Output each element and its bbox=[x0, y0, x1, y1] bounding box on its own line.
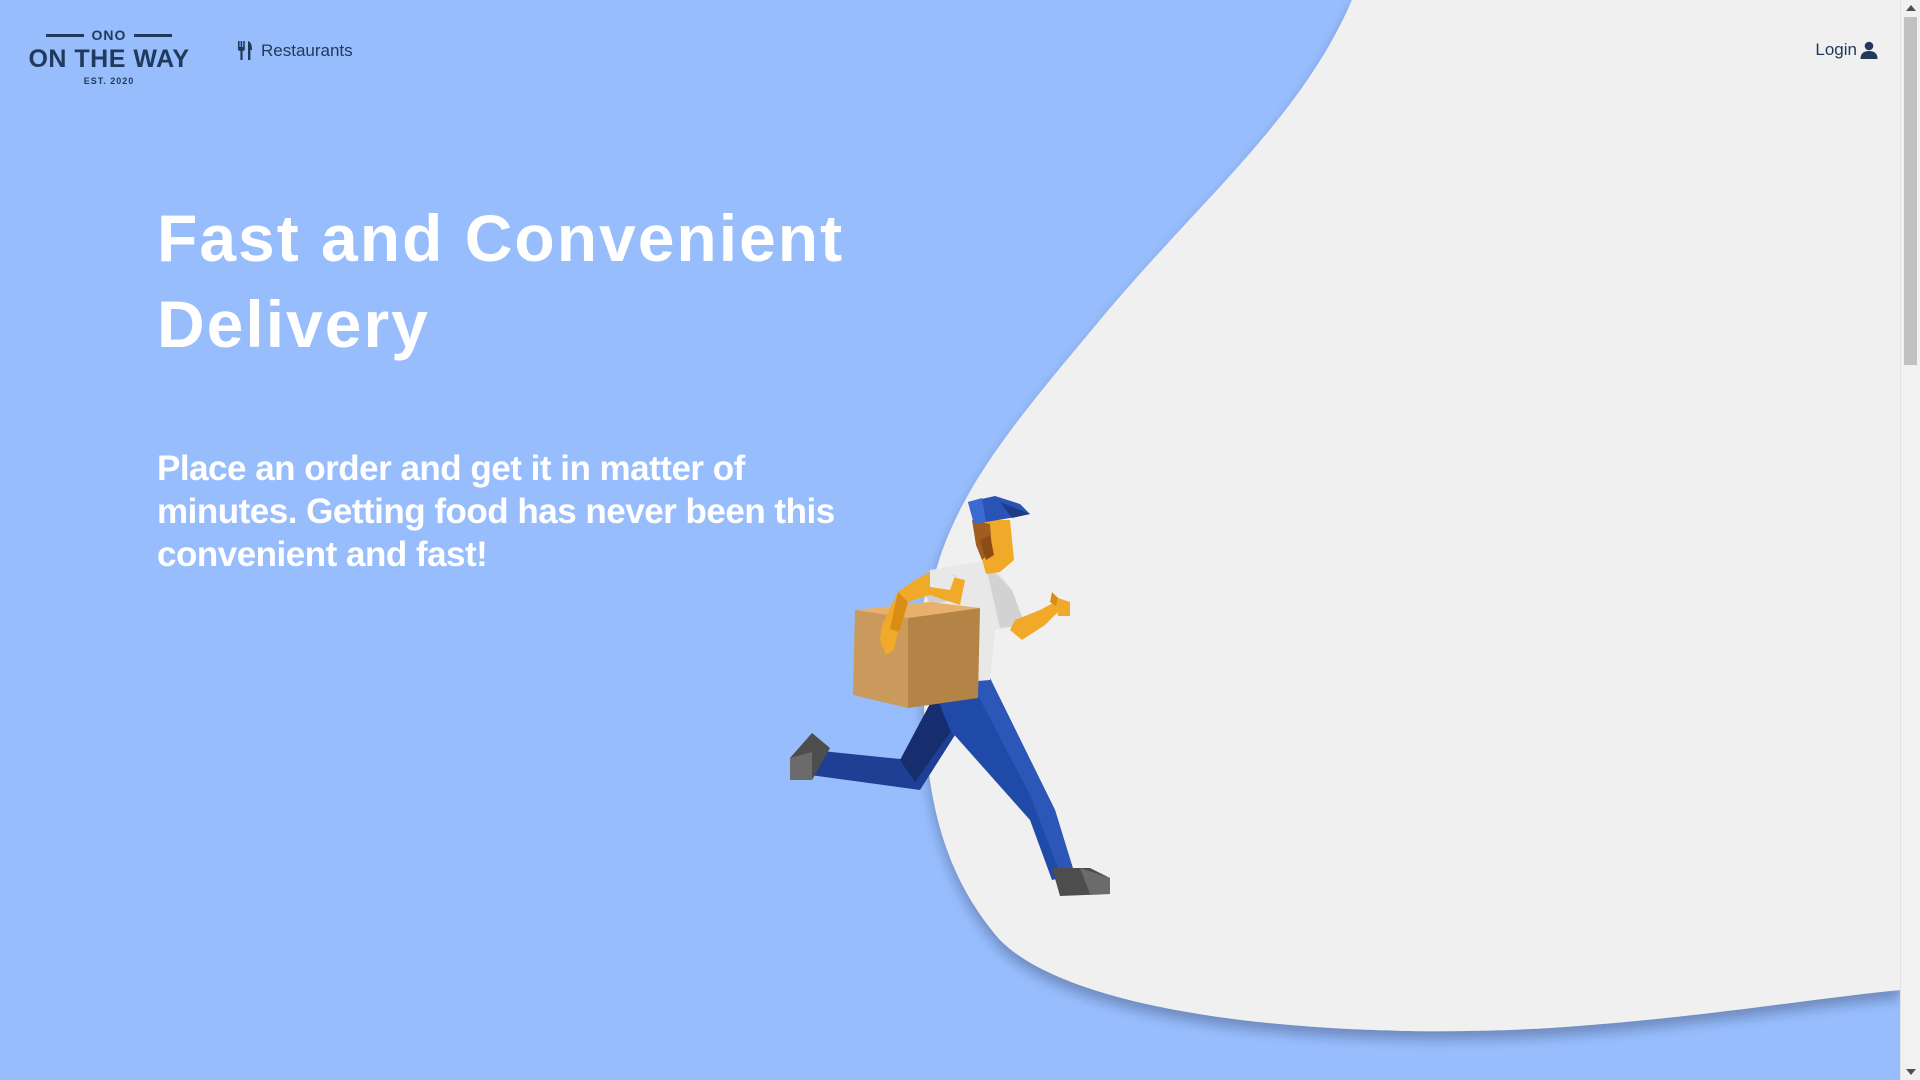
logo-established: EST. 2020 bbox=[83, 76, 135, 86]
hero-subtitle: Place an order and get it in matter of m… bbox=[157, 449, 835, 574]
vertical-scrollbar[interactable] bbox=[1900, 0, 1920, 1080]
logo-line-left bbox=[45, 33, 84, 37]
logo-name: ON THE WAY bbox=[28, 45, 190, 73]
utensils-icon bbox=[238, 41, 252, 60]
scroll-up-arrow-icon[interactable] bbox=[1906, 5, 1916, 11]
scrollbar-thumb[interactable] bbox=[1904, 17, 1917, 365]
logo-top-row: ONO bbox=[24, 26, 194, 44]
user-icon bbox=[1860, 41, 1878, 59]
scroll-down-arrow-icon[interactable] bbox=[1906, 1069, 1916, 1075]
hero-title: Fast and Convenient Delivery bbox=[157, 201, 845, 361]
brand-logo[interactable]: ONO ON THE WAY EST. 2020 bbox=[24, 26, 194, 90]
delivery-courier-illustration bbox=[790, 496, 1110, 896]
login-link[interactable]: Login bbox=[1815, 40, 1878, 60]
nav-restaurants-label: Restaurants bbox=[261, 41, 353, 60]
logo-line-right bbox=[134, 33, 173, 37]
landing-page: ONO ON THE WAY EST. 2020 Restaurants Log… bbox=[0, 0, 1920, 1080]
nav-restaurants-link[interactable]: Restaurants bbox=[237, 41, 353, 61]
login-label: Login bbox=[1815, 40, 1857, 59]
logo-top-text: ONO bbox=[91, 27, 127, 43]
